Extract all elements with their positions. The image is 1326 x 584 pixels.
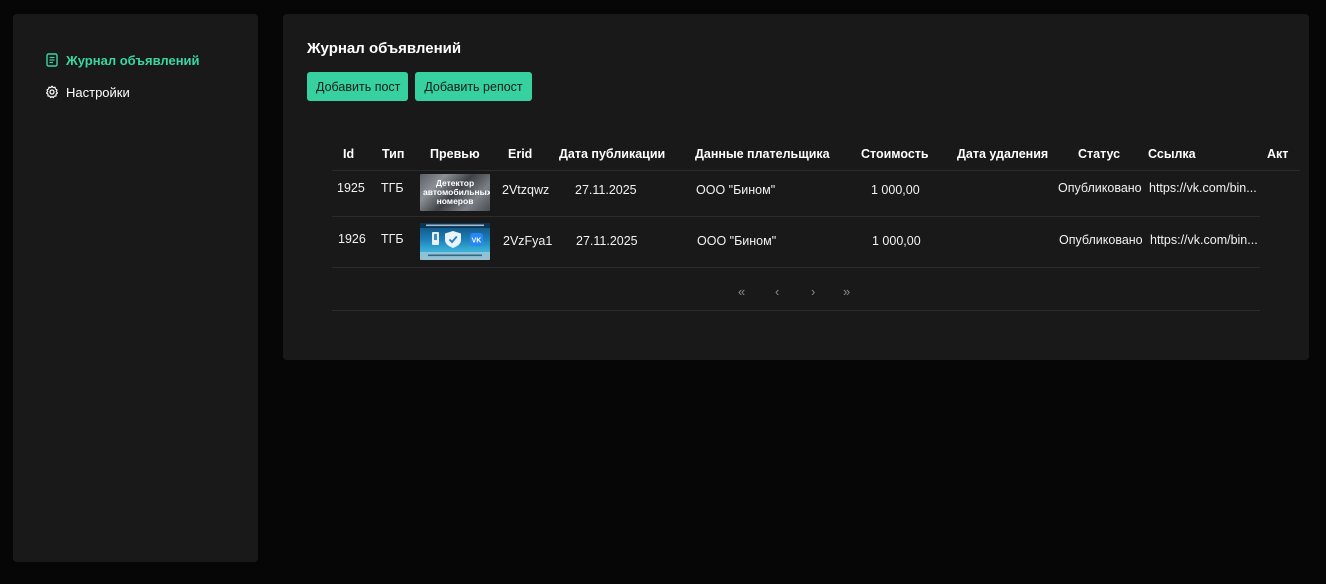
preview-caption: Детектор автомобильных номеров <box>423 178 490 206</box>
cell-erid: 2VzFya1 <box>503 234 553 248</box>
column-header-payer[interactable]: Данные плательщика <box>695 147 830 161</box>
sidebar-item-settings[interactable]: Настройки <box>45 82 130 102</box>
svg-text:VK: VK <box>472 238 482 245</box>
column-header-link[interactable]: Ссылка <box>1148 147 1196 161</box>
column-header-act[interactable]: Акт <box>1267 147 1288 161</box>
column-header-status[interactable]: Статус <box>1078 147 1120 161</box>
preview-image: VK <box>420 223 490 260</box>
add-post-button[interactable]: Добавить пост <box>307 72 408 101</box>
column-header-id[interactable]: Id <box>343 147 354 161</box>
column-header-cost[interactable]: Стоимость <box>861 147 929 161</box>
journal-icon <box>45 53 59 67</box>
sidebar-item-label: Настройки <box>66 84 130 100</box>
pagination-prev-button[interactable]: ‹ <box>775 284 779 299</box>
pagination-next-button[interactable]: › <box>811 284 815 299</box>
cell-id: 1926 <box>338 232 366 246</box>
row-divider <box>332 216 1260 217</box>
row-divider <box>332 267 1260 268</box>
column-header-preview[interactable]: Превью <box>430 147 480 161</box>
pagination-last-button[interactable]: » <box>843 284 850 299</box>
cell-link[interactable]: https://vk.com/bin... <box>1149 181 1257 195</box>
preview-thumbnail[interactable]: VK <box>420 223 490 260</box>
cell-id: 1925 <box>337 181 365 195</box>
page-title: Журнал объявлений <box>307 40 462 57</box>
sidebar-item-journal[interactable]: Журнал объявлений <box>45 50 200 70</box>
header-divider <box>332 170 1300 171</box>
sidebar-item-label: Журнал объявлений <box>66 52 200 68</box>
cell-erid: 2Vtzqwz <box>502 183 550 197</box>
cell-type: ТГБ <box>381 181 404 195</box>
add-repost-button[interactable]: Добавить репост <box>415 72 532 101</box>
preview-thumbnail[interactable]: Детектор автомобильных номеров <box>420 174 490 211</box>
column-header-type[interactable]: Тип <box>382 147 404 161</box>
column-header-published[interactable]: Дата публикации <box>559 147 665 161</box>
cell-cost: 1 000,00 <box>871 183 920 197</box>
cell-payer: ООО "Бином" <box>696 183 776 197</box>
column-header-erid[interactable]: Erid <box>508 147 532 161</box>
column-header-deleted[interactable]: Дата удаления <box>957 147 1048 161</box>
pagination-first-button[interactable]: « <box>738 284 745 299</box>
sidebar: Журнал объявлений Настройки <box>13 14 258 562</box>
cell-payer: ООО "Бином" <box>697 234 777 248</box>
cell-published: 27.11.2025 <box>576 234 638 248</box>
cell-link[interactable]: https://vk.com/bin... <box>1150 233 1258 247</box>
cell-cost: 1 000,00 <box>872 234 921 248</box>
cell-type: ТГБ <box>381 232 404 246</box>
cell-status: Опубликовано <box>1058 181 1142 195</box>
cell-published: 27.11.2025 <box>575 183 637 197</box>
gear-icon <box>45 85 59 99</box>
footer-divider <box>332 310 1260 311</box>
main-panel: Журнал объявлений Добавить пост Добавить… <box>283 14 1309 360</box>
cell-status: Опубликовано <box>1059 233 1143 247</box>
